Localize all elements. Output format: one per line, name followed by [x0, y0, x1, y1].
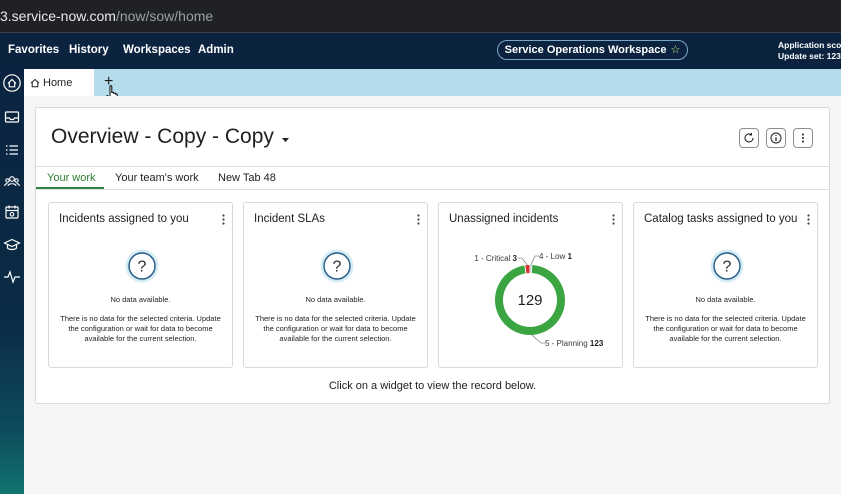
no-data-label: No data available. — [695, 295, 756, 304]
info-button[interactable] — [766, 128, 786, 148]
widget-unassigned-incidents[interactable]: Unassigned incidents 129 1 - Critical 34 … — [438, 202, 623, 368]
browser-url-bar[interactable]: 3.service-now.com/now/sow/home — [0, 0, 841, 33]
no-data-description: There is no data for the selected criter… — [60, 314, 221, 343]
calendar-icon[interactable] — [3, 203, 21, 221]
update-set-label: Update set: 123 — [778, 51, 841, 61]
workspace-pill-label: Service Operations Workspace — [504, 44, 667, 56]
no-data-description: There is no data for the selected criter… — [255, 314, 416, 343]
tab-new-tab-48[interactable]: New Tab 48 — [218, 172, 276, 184]
footer-hint: Click on a widget to view the record bel… — [328, 380, 537, 392]
no-data-label: No data available. — [305, 295, 366, 304]
info-icon — [770, 132, 782, 144]
application-scope-label: Application scop — [778, 40, 841, 50]
question-icon: ? — [125, 249, 159, 283]
pulse-icon[interactable] — [3, 268, 21, 286]
widget-catalog-tasks[interactable]: Catalog tasks assigned to you ? No data … — [633, 202, 818, 368]
nav-history[interactable]: History — [69, 44, 109, 56]
svg-text:?: ? — [333, 259, 342, 276]
inbox-icon[interactable] — [3, 108, 21, 126]
top-navigation: Favorites History Workspaces Admin Servi… — [0, 33, 841, 69]
donut-center-total: 129 — [517, 292, 542, 309]
callout-line — [530, 255, 539, 266]
list-icon[interactable] — [3, 141, 21, 159]
slice-label: 5 - Planning 123 — [545, 339, 604, 348]
home-icon[interactable] — [3, 74, 21, 92]
tab-your-work[interactable]: Your work — [47, 172, 96, 184]
callout-line — [518, 257, 528, 266]
chevron-down-icon[interactable] — [281, 137, 290, 143]
more-vertical-icon[interactable] — [807, 214, 810, 225]
widget-incident-slas[interactable]: Incident SLAs ? No data available. There… — [243, 202, 428, 368]
donut-chart[interactable]: 129 1 - Critical 3 4 - Low 1 5 - Planning 1… — [439, 203, 622, 367]
home-tab-icon — [30, 78, 40, 88]
tab-home-label: Home — [43, 77, 73, 89]
slice-label: 1 - Critical 3 — [474, 254, 517, 263]
nav-admin[interactable]: Admin — [198, 44, 234, 56]
widget-title: Catalog tasks assigned to you — [644, 213, 798, 225]
no-data-description: There is no data for the selected criter… — [645, 314, 806, 343]
left-sidebar — [0, 69, 24, 494]
more-vertical-icon[interactable] — [222, 214, 225, 225]
star-icon[interactable]: ☆ — [670, 44, 680, 56]
subtabs-divider — [36, 189, 829, 190]
tab-your-teams-work[interactable]: Your team's work — [115, 172, 199, 184]
workspace-pill[interactable]: Service Operations Workspace ☆ — [497, 40, 688, 60]
svg-text:?: ? — [138, 259, 147, 276]
nav-workspaces[interactable]: Workspaces — [123, 44, 191, 56]
tab-home[interactable]: Home — [24, 69, 94, 96]
refresh-icon — [744, 133, 754, 143]
workspace-tab-bar: Home + — [24, 69, 841, 96]
application-scope-info[interactable]: Application scop Update set: 123 — [778, 40, 841, 62]
widget-incidents-assigned[interactable]: Incidents assigned to you ? No data avai… — [48, 202, 233, 368]
subtabs: Your work Your team's work New Tab 48 — [36, 166, 829, 190]
no-data-label: No data available. — [110, 295, 171, 304]
more-options-button[interactable] — [793, 128, 813, 148]
widget-title: Incidents assigned to you — [59, 213, 189, 225]
url-path: /now/sow/home — [115, 8, 214, 24]
svg-text:?: ? — [723, 259, 732, 276]
learning-icon[interactable] — [3, 236, 21, 254]
url-text[interactable]: 3.service-now.com/now/sow/home — [0, 8, 213, 24]
more-vertical-icon[interactable] — [417, 214, 420, 225]
question-icon: ? — [710, 249, 744, 283]
team-icon[interactable] — [3, 172, 21, 190]
widget-title: Incident SLAs — [254, 213, 325, 225]
slice-label: 4 - Low 1 — [539, 252, 572, 261]
more-vertical-icon — [802, 133, 804, 143]
refresh-button[interactable] — [739, 128, 759, 148]
page-title: Overview - Copy - Copy — [51, 125, 274, 148]
nav-favorites[interactable]: Favorites — [8, 44, 59, 56]
callout-line — [531, 334, 545, 344]
url-host: 3.service-now.com — [0, 8, 116, 24]
question-icon: ? — [320, 249, 354, 283]
